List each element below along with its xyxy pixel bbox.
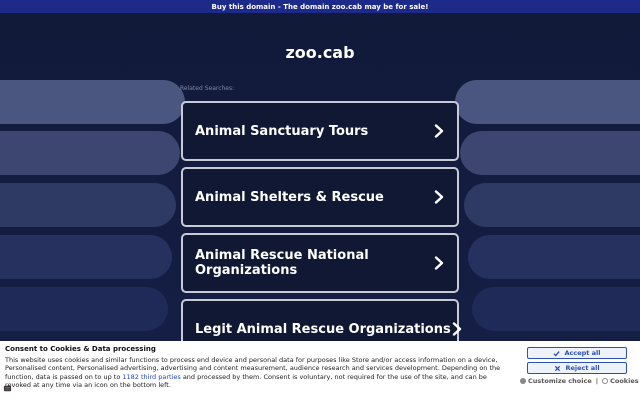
accept-all-button[interactable]: Accept all <box>527 347 627 359</box>
decor-stripe <box>0 287 168 331</box>
related-search-label: Animal Sanctuary Tours <box>195 123 369 139</box>
decor-stripe <box>0 235 172 279</box>
domain-title: zoo.cab <box>285 43 355 62</box>
chevron-right-icon <box>434 124 444 138</box>
decor-stripe <box>468 235 640 279</box>
related-search-label: Animal Shelters & Rescue <box>195 189 384 205</box>
third-parties-link[interactable]: 1182 third parties <box>122 373 180 381</box>
accept-all-label: Accept all <box>564 349 601 357</box>
consent-text: This website uses cookies and similar fu… <box>5 356 513 390</box>
related-searches-label: Related Searches: <box>180 85 235 92</box>
shield-icon[interactable] <box>3 384 12 393</box>
cookie-consent-panel: Consent to Cookies & Data processing Thi… <box>0 341 640 400</box>
related-search-label: Animal Rescue National Organizations <box>195 248 369 278</box>
link-separator: | <box>595 377 599 385</box>
consent-title: Consent to Cookies & Data processing <box>5 345 156 353</box>
check-icon <box>553 350 561 356</box>
for-sale-banner[interactable]: Buy this domain - The domain zoo.cab may… <box>0 0 640 13</box>
cookie-icon <box>602 378 609 384</box>
decor-stripe <box>0 183 176 227</box>
x-icon <box>555 365 561 371</box>
gear-icon <box>520 378 526 384</box>
reject-all-button[interactable]: Reject all <box>527 362 627 374</box>
decor-stripe <box>460 131 640 175</box>
decor-stripe <box>464 183 640 227</box>
customize-choice-label: Customize choice <box>528 377 592 385</box>
reject-all-label: Reject all <box>565 364 600 372</box>
related-search-card[interactable]: Animal Rescue National Organizations <box>181 233 459 293</box>
decor-stripe <box>0 80 185 124</box>
chevron-right-icon <box>434 256 444 270</box>
chevron-right-icon <box>434 190 444 204</box>
related-search-card[interactable]: Animal Sanctuary Tours <box>181 101 459 161</box>
related-search-card[interactable]: Animal Shelters & Rescue <box>181 167 459 227</box>
chevron-right-icon <box>452 322 461 336</box>
consent-secondary-links: Customize choice | Cookies <box>520 377 639 385</box>
cookies-label: Cookies <box>610 377 639 385</box>
decor-stripe <box>0 131 180 175</box>
decor-stripe <box>472 287 640 331</box>
for-sale-banner-text[interactable]: Buy this domain - The domain zoo.cab may… <box>212 3 429 11</box>
customize-choice-link[interactable]: Customize choice <box>520 377 592 385</box>
decor-stripe <box>455 80 640 124</box>
related-search-label: Legit Animal Rescue Organizations <box>195 321 451 337</box>
cookies-link[interactable]: Cookies <box>602 377 639 385</box>
